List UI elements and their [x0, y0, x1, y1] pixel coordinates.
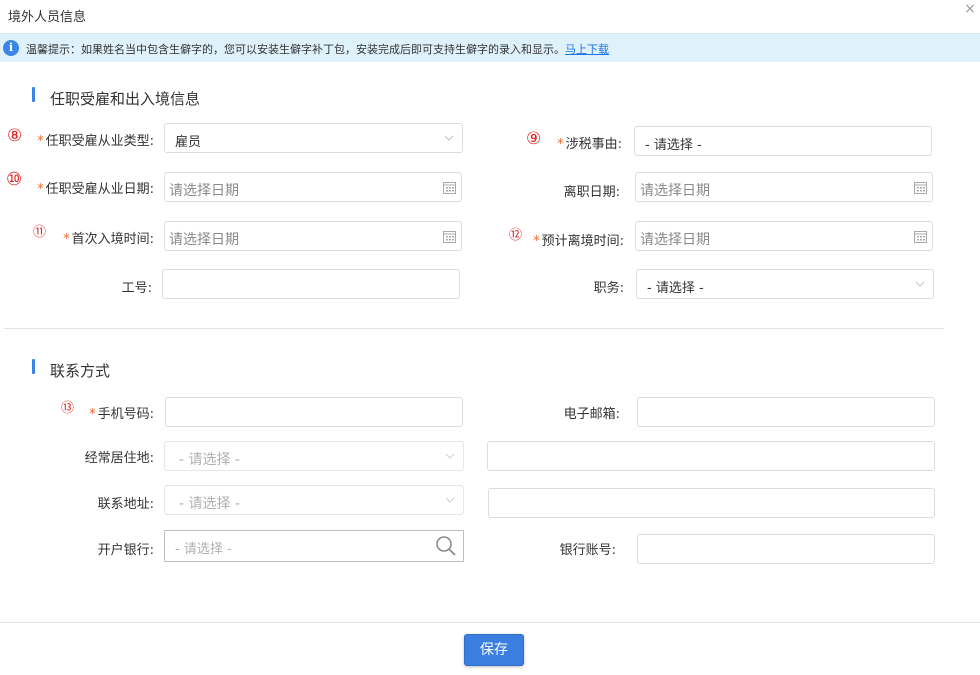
- annotation-10: ⑩: [6, 169, 23, 190]
- employment-type-value: 雇员: [175, 135, 202, 150]
- contact-address-detail-input[interactable]: [488, 488, 935, 518]
- first-entry-time-placeholder: 请选择日期: [169, 232, 239, 248]
- annotation-11: ⑪: [33, 225, 47, 240]
- search-icon[interactable]: [435, 535, 457, 557]
- bank-label: 开户银行:: [97, 543, 154, 558]
- employment-date-input[interactable]: 请选择日期: [164, 172, 462, 202]
- annotation-9: ⑨: [526, 129, 542, 149]
- position-select[interactable]: - 请选择 -: [636, 269, 934, 299]
- expected-departure-input[interactable]: 请选择日期: [635, 221, 933, 251]
- info-icon: i: [3, 40, 19, 56]
- calendar-icon: [914, 182, 927, 194]
- bank-placeholder: - 请选择 -: [175, 542, 232, 557]
- bank-account-input[interactable]: [637, 534, 935, 564]
- mobile-input[interactable]: [165, 397, 463, 427]
- contact-address-placeholder: - 请选择 -: [179, 496, 241, 512]
- employment-type-select[interactable]: 雇员: [164, 123, 463, 153]
- calendar-icon: [443, 231, 456, 243]
- chevron-down-icon: [915, 281, 925, 287]
- annotation-12: ⑫: [509, 228, 523, 243]
- tip-message: 温馨提示：如果姓名当中包含生僻字的，您可以安装生僻字补丁包，安装完成后即可支持生…: [26, 41, 609, 57]
- download-link[interactable]: 马上下载: [565, 43, 609, 56]
- chevron-down-icon: [445, 497, 455, 503]
- employee-id-label: 工号:: [121, 281, 152, 296]
- bank-account-label: 银行账号:: [559, 543, 616, 558]
- calendar-icon: [443, 182, 456, 194]
- email-input[interactable]: [637, 397, 935, 427]
- employment-date-label: * 任职受雇从业日期:: [37, 182, 154, 197]
- leave-date-placeholder: 请选择日期: [640, 183, 710, 199]
- dialog-title: 境外人员信息: [8, 10, 87, 25]
- employment-date-placeholder: 请选择日期: [169, 183, 239, 199]
- section-divider: [4, 328, 944, 329]
- tax-matter-placeholder: - 请选择 -: [645, 138, 702, 153]
- email-label: 电子邮箱:: [563, 407, 620, 422]
- annotation-8: ⑧: [7, 126, 23, 146]
- tax-matter-select[interactable]: - 请选择 -: [634, 126, 932, 156]
- section-title-contact: 联系方式: [50, 362, 111, 380]
- tip-banner: i 温馨提示：如果姓名当中包含生僻字的，您可以安装生僻字补丁包，安装完成后即可支…: [0, 33, 980, 62]
- position-placeholder: - 请选择 -: [647, 281, 704, 296]
- section-title-employment: 任职受雇和出入境信息: [50, 90, 201, 108]
- section-accent-bar: [32, 87, 35, 102]
- dialog-titlebar: 境外人员信息 ×: [0, 0, 980, 33]
- expected-departure-label: * 预计离境时间:: [533, 234, 624, 249]
- first-entry-time-input[interactable]: 请选择日期: [164, 221, 462, 251]
- position-label: 职务:: [593, 281, 624, 296]
- section-accent-bar: [32, 359, 35, 374]
- calendar-icon: [914, 231, 927, 243]
- tax-matter-label: * 涉税事由:: [557, 137, 622, 152]
- contact-address-select[interactable]: - 请选择 -: [164, 485, 464, 515]
- bank-search-select[interactable]: - 请选择 -: [164, 530, 464, 562]
- employment-type-label: * 任职受雇从业类型:: [37, 134, 154, 149]
- residence-placeholder: - 请选择 -: [179, 452, 241, 468]
- mobile-label: * 手机号码:: [89, 407, 154, 422]
- footer-divider: [0, 622, 980, 623]
- close-icon[interactable]: ×: [962, 1, 978, 17]
- leave-date-input[interactable]: 请选择日期: [635, 172, 933, 202]
- tip-text: 温馨提示：如果姓名当中包含生僻字的，您可以安装生僻字补丁包，安装完成后即可支持生…: [26, 43, 565, 56]
- residence-detail-input[interactable]: [487, 441, 935, 471]
- contact-address-label: 联系地址:: [97, 497, 154, 512]
- expected-departure-placeholder: 请选择日期: [640, 232, 710, 248]
- employee-id-input[interactable]: [162, 269, 460, 299]
- residence-select[interactable]: - 请选择 -: [164, 441, 464, 471]
- first-entry-time-label: * 首次入境时间:: [63, 232, 154, 247]
- save-button[interactable]: 保存: [464, 634, 524, 666]
- residence-label: 经常居住地:: [84, 451, 154, 466]
- chevron-down-icon: [444, 135, 454, 141]
- leave-date-label: 离职日期:: [563, 185, 620, 200]
- chevron-down-icon: [445, 453, 455, 459]
